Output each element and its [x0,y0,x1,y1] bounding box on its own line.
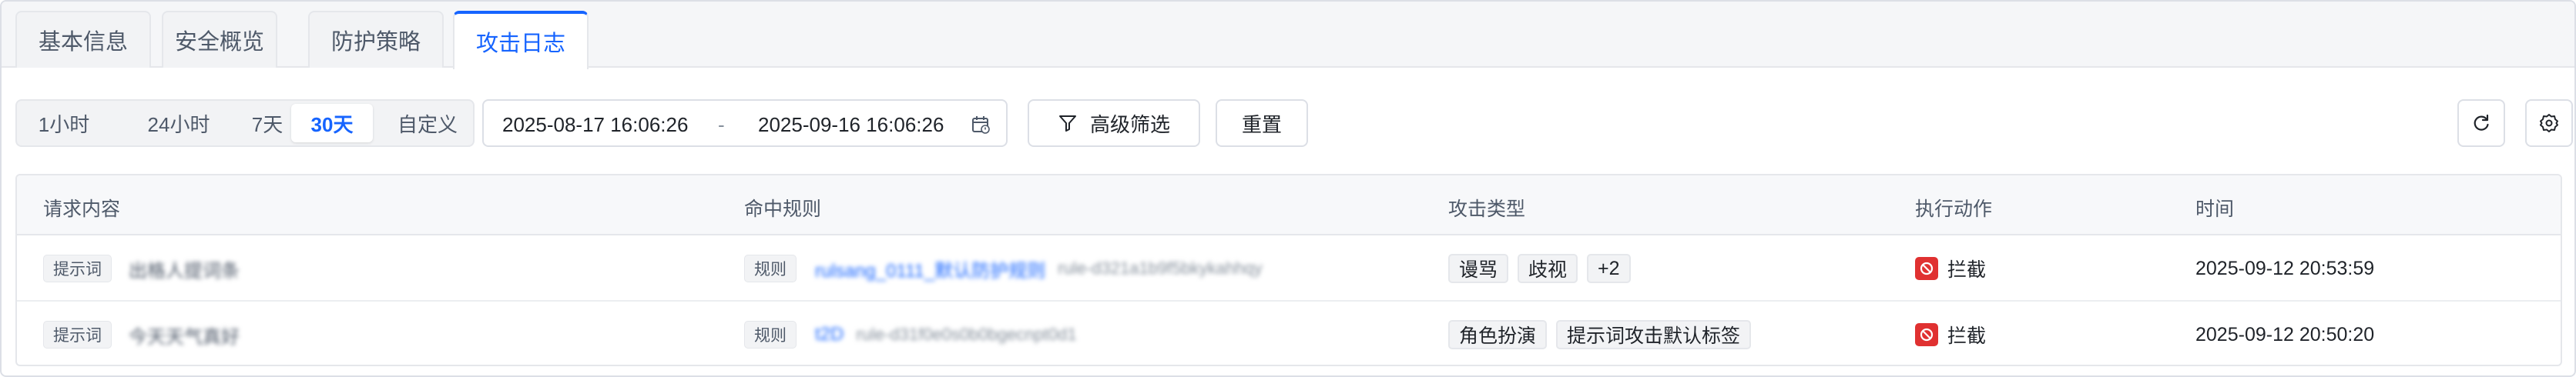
attack-type-tag: 角色扮演 [1448,320,1548,349]
request-text: 今天天气真好 [129,326,240,348]
rule-name-link[interactable]: rulsang_0111_默认防护规则 [815,255,1045,282]
rule-id: rule-d31f0e0s0b0bgecnpt0d1 [856,325,1077,344]
time-range-30d[interactable]: 30天 [291,104,373,142]
matched-rule-cell: 规则 t2D rule-d31f0e0s0b0bgecnpt0d1 [744,302,1077,365]
action-label: 拦截 [1947,259,1987,281]
request-content-cell: 提示词 出格人提词条 [43,235,240,302]
advanced-filter-label: 高级筛选 [1089,112,1170,136]
attack-type-cell: 角色扮演 提示词攻击默认标签 [1448,302,1760,365]
settings-button[interactable] [2525,99,2573,147]
tab-basic-info[interactable]: 基本信息 [15,11,151,68]
table-header: 请求内容 命中规则 攻击类型 执行动作 时间 [17,175,2561,235]
request-type-tag: 提示词 [43,255,112,282]
tab-protection-policy[interactable]: 防护策略 [308,11,444,68]
column-time: 时间 [2195,199,2235,220]
filter-icon [1058,113,1078,133]
request-text: 出格人提词条 [129,260,240,282]
time-range-1h[interactable]: 1小时 [22,104,106,142]
column-attack-type: 攻击类型 [1448,199,1526,220]
attack-log-table: 请求内容 命中规则 攻击类型 执行动作 时间 提示词 出格人提词条 规则 rul… [15,174,2562,366]
table-row[interactable]: 提示词 今天天气真好 规则 t2D rule-d31f0e0s0b0bgecnp… [17,302,2561,365]
time-range-custom[interactable]: 自定义 [385,104,470,142]
refresh-button[interactable] [2457,99,2505,147]
block-icon [1915,323,1938,346]
calendar-icon[interactable] [971,115,991,140]
date-separator: - [718,113,725,136]
action-cell: 拦截 [1915,235,1986,302]
attack-type-cell: 谩骂 歧视 +2 [1448,235,1640,302]
start-date[interactable]: 2025-08-17 16:06:26 [502,113,688,137]
action-label: 拦截 [1947,325,1987,347]
attack-type-tag: 提示词攻击默认标签 [1556,320,1752,349]
action-cell: 拦截 [1915,302,1987,365]
column-matched-rule: 命中规则 [744,199,822,220]
attack-type-tag: 谩骂 [1448,254,1509,283]
tab-security-overview[interactable]: 安全概览 [162,11,277,68]
advanced-filter-button[interactable]: 高级筛选 [1028,99,1200,147]
attack-type-more-tag[interactable]: +2 [1587,254,1631,283]
block-icon [1915,257,1938,280]
matched-rule-cell: 规则 rulsang_0111_默认防护规则 rule-d321a1b9f5bk… [744,235,1263,302]
time-range-selector: 1小时 24小时 7天 30天 自定义 [15,99,475,147]
rule-id: rule-d321a1b9f5bkykahhqy [1058,259,1263,278]
rule-tag: 规则 [744,255,797,282]
request-content-cell: 提示词 今天天气真好 [43,302,240,365]
table-row[interactable]: 提示词 出格人提词条 规则 rulsang_0111_默认防护规则 rule-d… [17,235,2561,302]
settings-gear-icon [2538,112,2560,134]
attack-log-panel: 基本信息 安全概览 防护策略 攻击日志 1小时 24小时 7天 30天 自定义 … [0,0,2576,377]
column-action: 执行动作 [1915,199,1993,220]
request-type-tag: 提示词 [43,321,112,349]
column-request-content: 请求内容 [43,199,121,220]
reset-button[interactable]: 重置 [1216,99,1308,147]
time-cell: 2025-09-12 20:50:20 [2195,323,2375,345]
refresh-icon [2471,113,2491,133]
attack-type-tag: 歧视 [1518,254,1578,283]
rule-tag: 规则 [744,321,797,349]
tab-bar: 基本信息 安全概览 防护策略 攻击日志 [2,2,2574,69]
end-date[interactable]: 2025-09-16 16:06:26 [758,113,944,137]
time-cell: 2025-09-12 20:53:59 [2195,257,2375,279]
rule-name-link[interactable]: t2D [815,324,844,345]
time-range-24h[interactable]: 24小时 [125,104,233,142]
tab-attack-log[interactable]: 攻击日志 [453,11,589,69]
date-range-picker[interactable]: 2025-08-17 16:06:26 - 2025-09-16 16:06:2… [482,99,1008,147]
